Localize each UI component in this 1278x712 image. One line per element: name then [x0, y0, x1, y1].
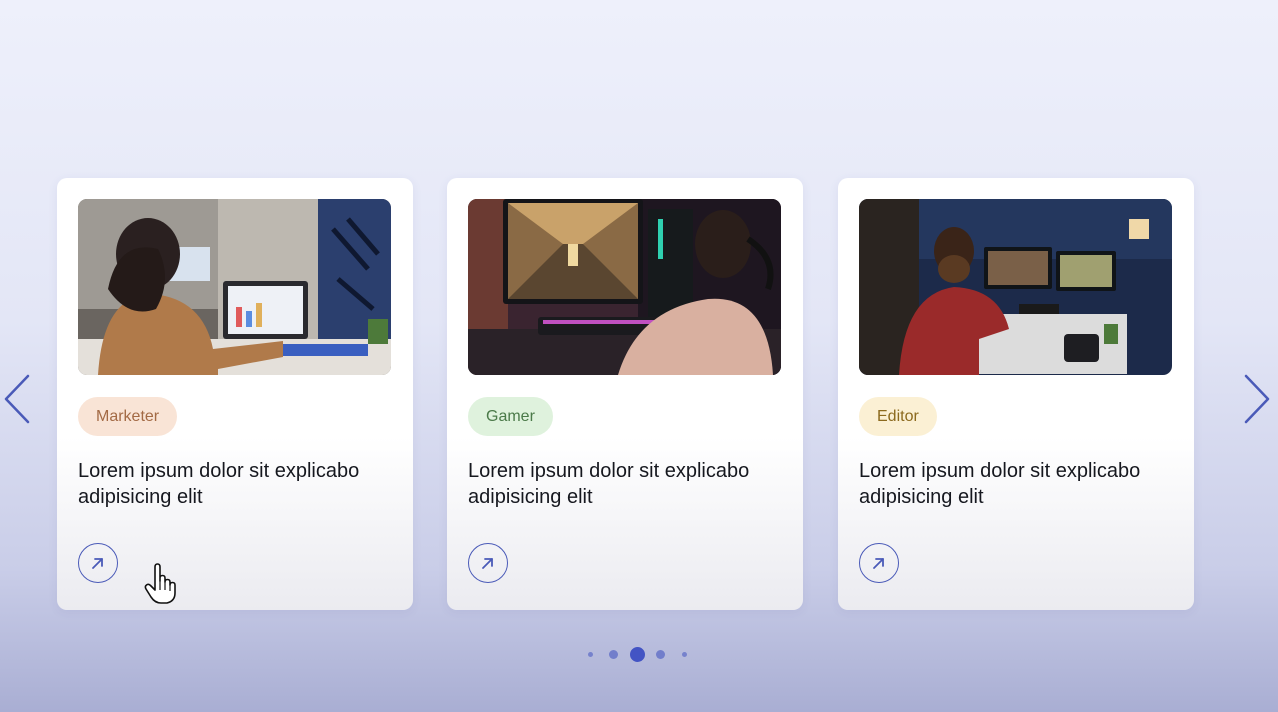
arrow-up-right-icon: [482, 558, 493, 569]
card-tag: Editor: [859, 397, 937, 436]
pagination-dot[interactable]: [609, 650, 618, 659]
pagination-dot[interactable]: [656, 650, 665, 659]
card-image-gamer-at-monitor: [468, 199, 781, 375]
carousel-prev-button[interactable]: [0, 372, 34, 426]
card-title: Lorem ipsum dolor sit explicabo adipisic…: [859, 460, 1141, 508]
pagination-dot[interactable]: [588, 652, 593, 657]
card-title: Lorem ipsum dolor sit explicabo adipisic…: [468, 460, 750, 508]
card-image-woman-at-laptop: [78, 199, 391, 375]
carousel-next-button[interactable]: [1240, 372, 1274, 426]
arrow-up-right-icon: [873, 558, 884, 569]
card-tag: Marketer: [78, 397, 178, 436]
carousel-card-editor[interactable]: Editor Lorem ipsum dolor sit explicabo a…: [838, 178, 1194, 610]
carousel-card-gamer[interactable]: Gamer Lorem ipsum dolor sit explicabo ad…: [447, 178, 803, 610]
arrow-up-right-icon: [92, 558, 103, 569]
card-title: Lorem ipsum dolor sit explicabo adipisic…: [78, 460, 360, 508]
chevron-right-icon: [1244, 374, 1270, 424]
card-open-button[interactable]: [859, 543, 899, 583]
carousel-card-marketer[interactable]: Marketer Lorem ipsum dolor sit explicabo…: [57, 178, 413, 610]
pagination-dot[interactable]: [682, 652, 687, 657]
card-open-button[interactable]: [78, 543, 118, 583]
card-tag: Gamer: [468, 397, 553, 436]
pagination-dot-active[interactable]: [630, 647, 645, 662]
chevron-left-icon: [4, 374, 30, 424]
carousel-pagination: [585, 646, 695, 664]
card-open-button[interactable]: [468, 543, 508, 583]
card-image-editor-at-workstation: [859, 199, 1172, 375]
